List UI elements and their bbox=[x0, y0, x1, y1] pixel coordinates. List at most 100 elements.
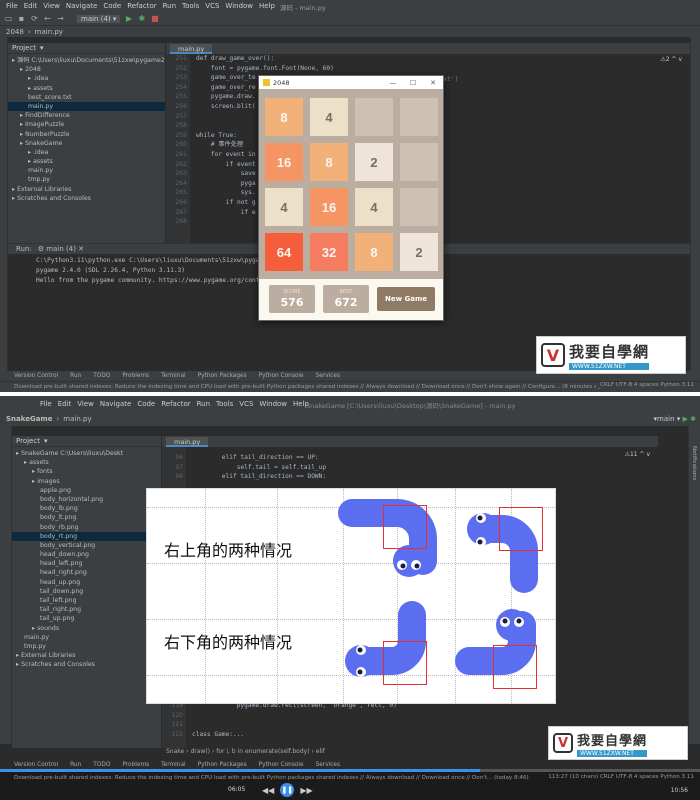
next-icon[interactable]: ▶▶ bbox=[300, 786, 312, 795]
tree-item[interactable]: best_score.txt bbox=[8, 93, 165, 102]
tree-item[interactable]: ▸ .idea bbox=[8, 148, 165, 157]
bottom-crumb-project[interactable]: SnakeGame bbox=[6, 415, 52, 423]
tree-item[interactable]: body_rb.png bbox=[12, 523, 161, 532]
editor-tab-main[interactable]: main.py bbox=[170, 44, 213, 54]
save-icon[interactable]: ▪ bbox=[17, 14, 26, 23]
tree-item[interactable]: main.py bbox=[8, 101, 165, 112]
forward-icon[interactable]: → bbox=[56, 14, 65, 23]
tree-item[interactable]: ▸ fonts bbox=[12, 467, 161, 476]
tool-tab-version-control[interactable]: Version Control bbox=[14, 373, 58, 379]
project-header[interactable]: Project ▾ bbox=[8, 43, 165, 54]
tree-item[interactable]: tail_down.png bbox=[12, 587, 161, 596]
bottom-code-breadcrumb[interactable]: Snake › draw() › for i, b in enumerate(s… bbox=[166, 748, 325, 755]
tool-tab-todo[interactable]: TODO bbox=[93, 373, 110, 379]
menu-item-file[interactable]: File bbox=[40, 400, 52, 408]
menu-item-view[interactable]: View bbox=[43, 2, 60, 10]
bottom-project-header[interactable]: Project ▾ bbox=[12, 436, 161, 447]
menu-item-refactor[interactable]: Refactor bbox=[161, 400, 190, 408]
tool-tab-python-packages[interactable]: Python Packages bbox=[198, 373, 247, 379]
tree-item[interactable]: ▸ SnakeGame bbox=[8, 139, 165, 148]
tree-item[interactable]: ▸ External Libraries bbox=[8, 185, 165, 194]
tool-tab-services[interactable]: Services bbox=[316, 762, 340, 768]
breadcrumb-file[interactable]: main.py bbox=[35, 28, 63, 36]
debug-icon[interactable]: ✱ bbox=[137, 14, 146, 23]
tool-tab-terminal[interactable]: Terminal bbox=[161, 762, 186, 768]
run-tab[interactable]: ⚙ main (4) ✕ bbox=[38, 245, 84, 253]
prev-icon[interactable]: ◀◀ bbox=[262, 786, 274, 795]
minimize-icon[interactable]: — bbox=[383, 79, 403, 87]
tree-item[interactable]: body_rt.png bbox=[12, 531, 161, 541]
menu-item-edit[interactable]: Edit bbox=[58, 400, 72, 408]
menu-item-view[interactable]: View bbox=[77, 400, 94, 408]
tree-item[interactable]: ▸ .idea bbox=[8, 74, 165, 83]
menu-item-vcs[interactable]: VCS bbox=[239, 400, 253, 408]
menu-item-tools[interactable]: Tools bbox=[216, 400, 233, 408]
open-folder-icon[interactable]: ▭ bbox=[4, 14, 13, 23]
play-pause-icon[interactable]: ❚❚ bbox=[280, 783, 295, 797]
bottom-code-top[interactable]: elif tail_direction == UP: self.tail = s… bbox=[192, 453, 326, 482]
tree-item[interactable]: head_down.png bbox=[12, 550, 161, 559]
tree-item[interactable]: tmp.py bbox=[8, 175, 165, 184]
tree-item[interactable]: tail_right.png bbox=[12, 605, 161, 614]
breadcrumb-project[interactable]: 2048 bbox=[6, 28, 24, 36]
tree-item[interactable]: body_lb.png bbox=[12, 504, 161, 513]
tree-item[interactable]: main.py bbox=[12, 633, 161, 642]
tool-tab-terminal[interactable]: Terminal bbox=[161, 373, 186, 379]
tool-tab-python-packages[interactable]: Python Packages bbox=[198, 762, 247, 768]
tool-tab-run[interactable]: Run bbox=[70, 762, 81, 768]
status-message[interactable]: Download pre-built shared indexes: Reduc… bbox=[14, 384, 601, 390]
menu-item-help[interactable]: Help bbox=[259, 2, 275, 10]
maximize-icon[interactable]: ☐ bbox=[403, 79, 423, 87]
tree-item[interactable]: ▸ ImagePuzzle bbox=[8, 120, 165, 129]
sync-icon[interactable]: ⟳ bbox=[30, 14, 39, 23]
tool-tab-version-control[interactable]: Version Control bbox=[14, 762, 58, 768]
menu-item-window[interactable]: Window bbox=[225, 2, 253, 10]
tree-item[interactable]: apple.png bbox=[12, 486, 161, 495]
tree-item[interactable]: tail_left.png bbox=[12, 596, 161, 605]
tree-item[interactable]: ▸ 源码 C:\Users\liuxu\Documents\51zxw\pyga… bbox=[8, 56, 165, 65]
tree-item[interactable]: ▸ Scratches and Consoles bbox=[8, 194, 165, 203]
tool-tab-problems[interactable]: Problems bbox=[122, 762, 149, 768]
menu-item-tools[interactable]: Tools bbox=[182, 2, 199, 10]
menu-item-run[interactable]: Run bbox=[197, 400, 210, 408]
close-icon[interactable]: ✕ bbox=[423, 79, 443, 87]
tool-tab-python-console[interactable]: Python Console bbox=[259, 762, 304, 768]
menu-item-window[interactable]: Window bbox=[259, 400, 287, 408]
menu-item-run[interactable]: Run bbox=[163, 2, 176, 10]
tree-item[interactable]: ▸ assets bbox=[8, 157, 165, 166]
tool-tab-run[interactable]: Run bbox=[70, 373, 81, 379]
tree-item[interactable]: main.py bbox=[8, 166, 165, 175]
tree-item[interactable]: ▸ External Libraries bbox=[12, 651, 161, 660]
bottom-editor-tab-main[interactable]: main.py bbox=[166, 437, 209, 447]
warning-badge[interactable]: ⚠2 ^ v bbox=[660, 56, 682, 63]
tree-item[interactable]: body_horizontal.png bbox=[12, 495, 161, 504]
tree-item[interactable]: tail_up.png bbox=[12, 614, 161, 623]
tool-tab-services[interactable]: Services bbox=[316, 373, 340, 379]
tree-item[interactable]: body_vertical.png bbox=[12, 541, 161, 550]
bottom-status-message[interactable]: Download pre-built shared indexes: Reduc… bbox=[14, 775, 529, 781]
tool-tab-python-console[interactable]: Python Console bbox=[259, 373, 304, 379]
bottom-code-bottom[interactable]: pygame.draw.rect(screen, 'orange', rect,… bbox=[192, 701, 397, 739]
menu-item-code[interactable]: Code bbox=[137, 400, 155, 408]
tree-item[interactable]: ▸ assets bbox=[12, 458, 161, 467]
tree-item[interactable]: ▸ NumberPuzzle bbox=[8, 130, 165, 139]
bottom-warning-badge[interactable]: ⚠11 ^ v bbox=[625, 451, 650, 458]
menu-item-edit[interactable]: Edit bbox=[24, 2, 38, 10]
tree-item[interactable]: ▸ sounds bbox=[12, 624, 161, 633]
menu-item-navigate[interactable]: Navigate bbox=[100, 400, 131, 408]
tree-item[interactable]: body_lt.png bbox=[12, 513, 161, 522]
tree-item[interactable]: tmp.py bbox=[12, 642, 161, 651]
bottom-crumb-file[interactable]: main.py bbox=[63, 415, 91, 423]
tree-item[interactable]: ▸ 2048 bbox=[8, 65, 165, 74]
new-game-button[interactable]: New Game bbox=[377, 287, 435, 311]
menu-item-file[interactable]: File bbox=[6, 2, 18, 10]
tree-item[interactable]: head_left.png bbox=[12, 559, 161, 568]
run-config-select[interactable]: main (4) ▾ bbox=[77, 14, 121, 23]
menu-item-vcs[interactable]: VCS bbox=[205, 2, 219, 10]
menu-item-refactor[interactable]: Refactor bbox=[127, 2, 156, 10]
video-progress-track[interactable] bbox=[0, 769, 700, 772]
tool-tab-problems[interactable]: Problems bbox=[122, 373, 149, 379]
tree-item[interactable]: ▸ FindDifference bbox=[8, 111, 165, 120]
tree-item[interactable]: ▸ images bbox=[12, 477, 161, 486]
bottom-run-config[interactable]: ▾main ▾ ▶ ✱ bbox=[654, 415, 696, 423]
